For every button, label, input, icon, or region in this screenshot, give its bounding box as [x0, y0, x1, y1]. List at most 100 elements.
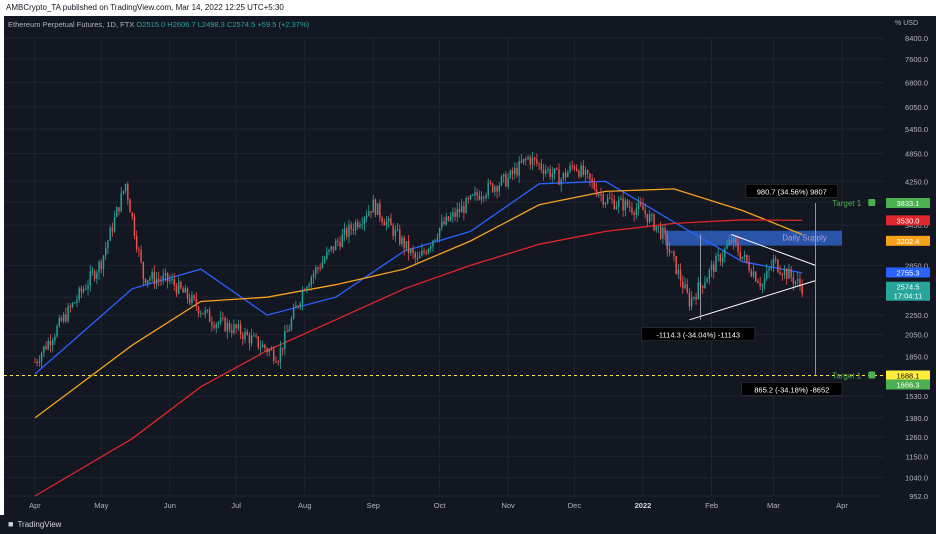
- candle-body: [396, 229, 399, 231]
- candle-body: [257, 336, 259, 348]
- target-top-label: Target 1: [832, 199, 861, 208]
- tradingview-logo[interactable]: ■ TradingView: [8, 515, 61, 534]
- candle-body: [600, 194, 602, 196]
- candle-body: [759, 283, 761, 287]
- candle-body: [96, 272, 98, 279]
- x-tick-label: 2022: [635, 501, 652, 510]
- x-tick-label: May: [94, 501, 108, 510]
- candle-body: [180, 281, 182, 289]
- price-tag-label: 3833.1: [897, 199, 920, 208]
- candle-body: [629, 206, 631, 208]
- candle-body: [383, 222, 386, 226]
- candle-body: [719, 254, 722, 262]
- candle-body: [412, 249, 414, 254]
- y-tick-label: 1380.0: [905, 414, 928, 423]
- candle-body: [766, 270, 768, 279]
- candle-body: [662, 227, 664, 239]
- candle-body: [478, 195, 481, 200]
- candle-body: [737, 243, 739, 253]
- candle-body: [732, 238, 735, 243]
- candle-body: [215, 323, 217, 328]
- candle-body: [255, 335, 257, 337]
- candle-body: [147, 280, 149, 284]
- candle-body: [164, 272, 167, 276]
- candle-body: [405, 241, 408, 249]
- candle-body: [388, 218, 390, 222]
- candle-body: [447, 216, 450, 221]
- candle-body: [549, 168, 551, 177]
- candle-body: [306, 287, 308, 291]
- currency-label[interactable]: % USD: [895, 20, 918, 27]
- candle-body: [270, 349, 273, 351]
- candle-body: [374, 199, 377, 215]
- candle-body: [529, 156, 531, 165]
- x-tick-label: Jul: [231, 501, 241, 510]
- candle-body: [655, 226, 657, 231]
- candle-body: [237, 324, 240, 329]
- candle-body: [182, 288, 184, 293]
- candle-body: [677, 269, 680, 274]
- candle-body: [242, 334, 244, 340]
- candle-body: [544, 170, 547, 174]
- candle-body: [334, 241, 337, 251]
- candle-body: [330, 246, 332, 250]
- candle-body: [701, 285, 704, 288]
- candle-body: [85, 288, 87, 290]
- candle-body: [514, 168, 516, 175]
- candle-body: [449, 216, 452, 221]
- candle-body: [794, 281, 797, 284]
- candle-body: [275, 360, 277, 363]
- candle-body: [757, 281, 759, 284]
- candle-body: [591, 179, 593, 182]
- x-tick-label: Oct: [434, 501, 447, 510]
- ohlc-open: O2515.0: [136, 20, 166, 29]
- candle-body: [633, 212, 635, 216]
- candle-body: [69, 306, 72, 308]
- candle-body: [438, 228, 441, 238]
- candle-body: [235, 324, 237, 329]
- candle-body: [666, 234, 669, 250]
- y-tick-label: 952.0: [909, 492, 928, 501]
- candle-body: [458, 209, 461, 213]
- candle-body: [74, 302, 76, 304]
- candle-body: [98, 261, 100, 273]
- y-tick-label: 8400.0: [905, 34, 928, 43]
- candle-body: [743, 254, 746, 257]
- candle-body: [239, 324, 242, 335]
- ma-red-line: [34, 219, 803, 497]
- candle-body: [761, 284, 764, 287]
- y-tick-label: 1040.0: [905, 473, 928, 482]
- ohlc-change: +59.5 (+2.37%): [257, 20, 310, 29]
- candle-body: [337, 241, 339, 243]
- candle-body: [345, 228, 348, 237]
- candle-body: [472, 194, 474, 196]
- candle-body: [445, 216, 447, 225]
- candle-body: [341, 234, 344, 247]
- candle-body: [131, 212, 133, 217]
- candle-body: [348, 224, 350, 237]
- chart-area[interactable]: 8400.0 7600.0 6800.0 6050.0 5450.0 4850.0 4250…: [4, 16, 936, 515]
- candle-body: [496, 186, 498, 192]
- candle-body: [350, 224, 352, 230]
- candle-body: [635, 208, 638, 216]
- candle-body: [739, 252, 741, 259]
- candle-body: [211, 321, 213, 326]
- candle-body: [518, 160, 520, 176]
- candle-body: [553, 168, 556, 174]
- price-chart[interactable]: 8400.0 7600.0 6800.0 6050.0 5450.0 4850.0 4250…: [4, 16, 936, 515]
- candle-body: [162, 275, 164, 281]
- candle-body: [562, 172, 565, 180]
- candle-body: [615, 206, 618, 210]
- candle-body: [509, 170, 512, 178]
- candle-body: [653, 214, 655, 231]
- candle-body: [292, 307, 295, 319]
- candle-body: [668, 249, 671, 253]
- candle-body: [721, 257, 724, 262]
- y-tick-label: 1850.0: [905, 352, 928, 361]
- candle-body: [315, 267, 317, 274]
- candle-body: [498, 185, 500, 192]
- candle-body: [575, 168, 578, 171]
- tradingview-logo-icon: ■: [8, 519, 14, 529]
- candle-body: [423, 250, 425, 253]
- price-tag-label: 3530.0: [897, 216, 920, 225]
